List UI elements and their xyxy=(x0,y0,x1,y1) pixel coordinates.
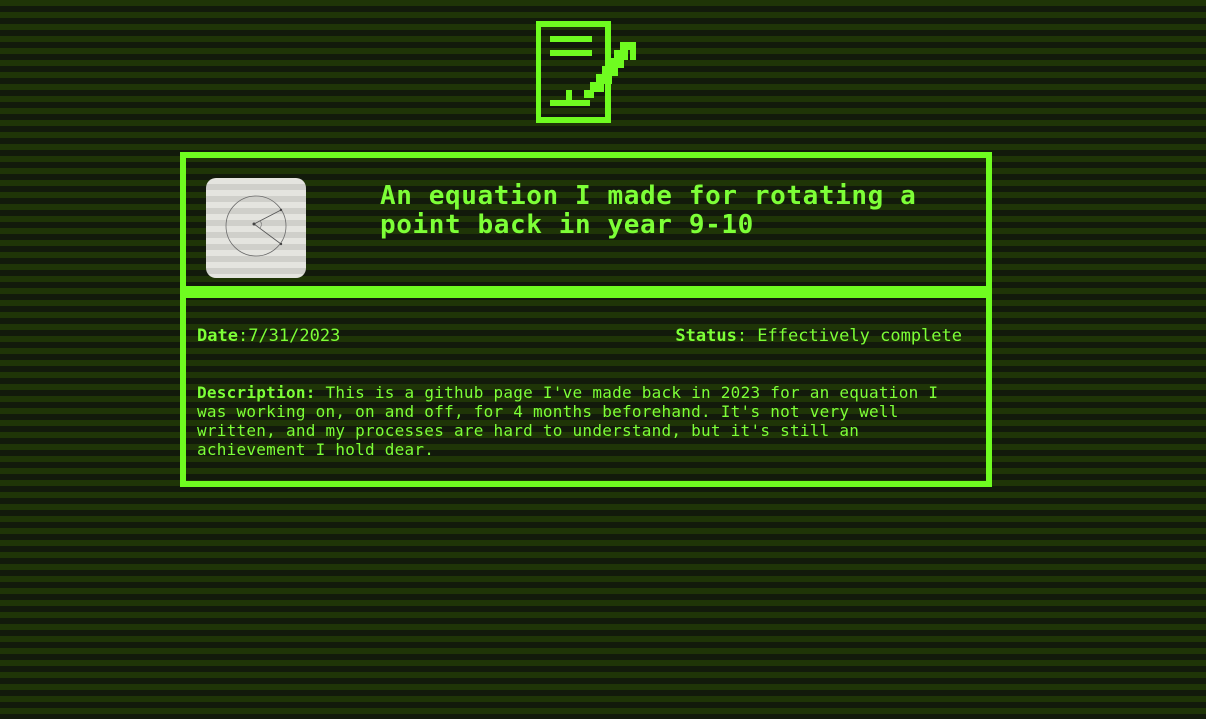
project-description: Description: This is a github page I've … xyxy=(197,383,957,459)
document-pen-icon xyxy=(535,20,638,124)
description-label: Description: xyxy=(197,383,316,402)
status-value: Effectively complete xyxy=(757,326,962,346)
date-field: Date:7/31/2023 xyxy=(197,326,341,346)
project-thumbnail[interactable] xyxy=(206,178,306,278)
project-header-card: An equation I made for rotating a point … xyxy=(180,152,992,292)
status-field: Status: Effectively complete xyxy=(675,326,962,346)
date-value: 7/31/2023 xyxy=(248,326,341,346)
date-label: Date xyxy=(197,326,238,346)
rotation-diagram-icon xyxy=(225,195,287,257)
status-label: Status xyxy=(675,326,737,346)
project-meta-row: Date:7/31/2023 Status: Effectively compl… xyxy=(197,326,962,348)
project-details-card: Date:7/31/2023 Status: Effectively compl… xyxy=(180,292,992,487)
project-title: An equation I made for rotating a point … xyxy=(380,181,917,240)
